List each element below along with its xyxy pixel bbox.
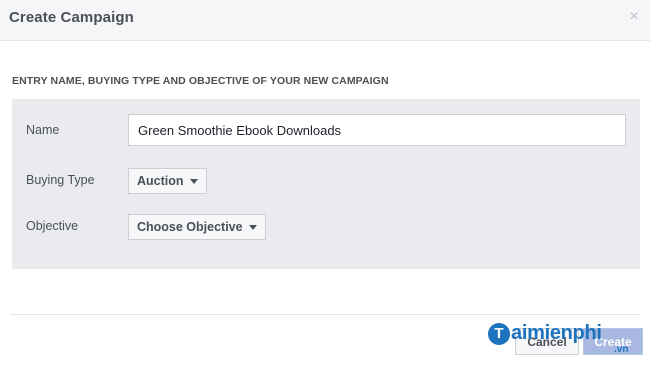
- dialog-header: Create Campaign ×: [0, 0, 650, 41]
- caret-down-icon: [248, 224, 257, 230]
- objective-label: Objective: [26, 219, 79, 233]
- create-campaign-dialog: Create Campaign × ENTRY NAME, BUYING TYP…: [0, 0, 650, 368]
- objective-dropdown[interactable]: Choose Objective: [128, 214, 266, 240]
- create-button[interactable]: Create: [583, 328, 643, 355]
- dialog-title: Create Campaign: [9, 9, 134, 26]
- cancel-button[interactable]: Cancel: [515, 328, 579, 355]
- name-label: Name: [26, 123, 60, 137]
- buying-type-label: Buying Type: [26, 173, 95, 187]
- section-heading: ENTRY NAME, BUYING TYPE AND OBJECTIVE OF…: [12, 75, 389, 87]
- footer-divider: [10, 314, 640, 315]
- campaign-form-panel: Name Buying Type Auction Objective Choos…: [12, 99, 640, 269]
- close-icon[interactable]: ×: [626, 8, 642, 26]
- objective-value: Choose Objective: [137, 220, 243, 234]
- campaign-name-input[interactable]: [128, 114, 626, 146]
- caret-down-icon: [189, 178, 198, 184]
- watermark-logo-icon: T: [488, 322, 510, 345]
- buying-type-value: Auction: [137, 174, 184, 188]
- buying-type-dropdown[interactable]: Auction: [128, 168, 207, 194]
